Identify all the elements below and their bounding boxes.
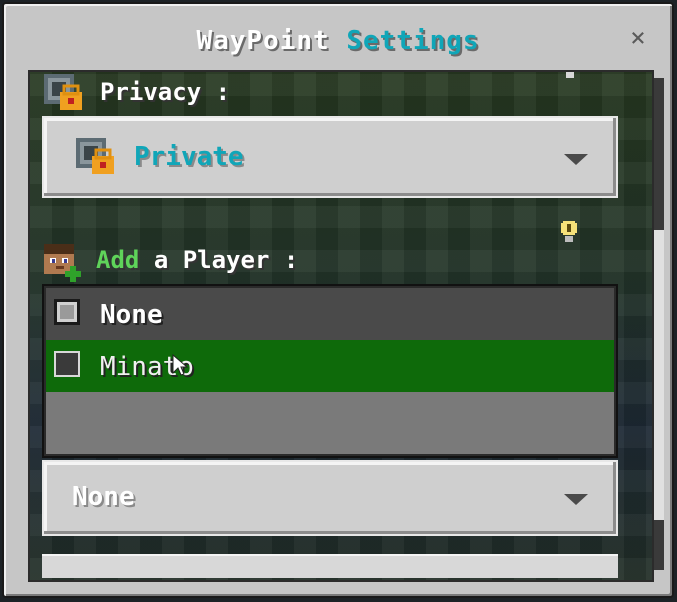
title-waypoint: WayPoint	[196, 26, 330, 56]
privacy-dropdown[interactable]: Private	[42, 116, 618, 198]
next-setting-partial[interactable]	[42, 554, 618, 578]
dialog-title: WayPoint Settings	[4, 26, 672, 56]
list-item-minato[interactable]: Minato	[46, 340, 614, 392]
waypoint-settings-dialog: WayPoint Settings × Privacy : Private Ad…	[2, 2, 674, 598]
chevron-down-icon	[564, 154, 588, 165]
settings-panel: Privacy : Private Add a Player: None Mi…	[28, 70, 654, 582]
player-add-icon	[44, 244, 81, 282]
cursor-icon	[172, 354, 188, 376]
checkbox-checked[interactable]	[54, 299, 80, 325]
title-settings: Settings	[346, 26, 480, 56]
private-lock-icon	[76, 138, 114, 174]
chevron-down-icon	[564, 494, 588, 505]
privacy-label: Privacy :	[100, 78, 231, 106]
checkbox-unchecked[interactable]	[54, 351, 80, 377]
privacy-selected-value: Private	[134, 142, 244, 172]
player-list: None Minato	[42, 284, 618, 458]
add-player-label: Add a Player :	[96, 246, 298, 274]
add-player-label-rest: a Player :	[153, 246, 299, 274]
scroll-marker	[566, 72, 574, 78]
scrollbar-thumb[interactable]	[654, 230, 664, 520]
close-icon[interactable]: ×	[624, 24, 652, 52]
player-select-dropdown[interactable]: None	[42, 460, 618, 536]
player-select-value: None	[72, 482, 135, 512]
lightbulb-icon[interactable]	[560, 220, 578, 244]
list-item-none[interactable]: None	[46, 288, 614, 340]
lock-icon	[44, 74, 82, 110]
add-player-label-add: Add	[96, 246, 140, 274]
list-empty-area	[46, 392, 614, 454]
list-item-label: None	[100, 300, 163, 330]
